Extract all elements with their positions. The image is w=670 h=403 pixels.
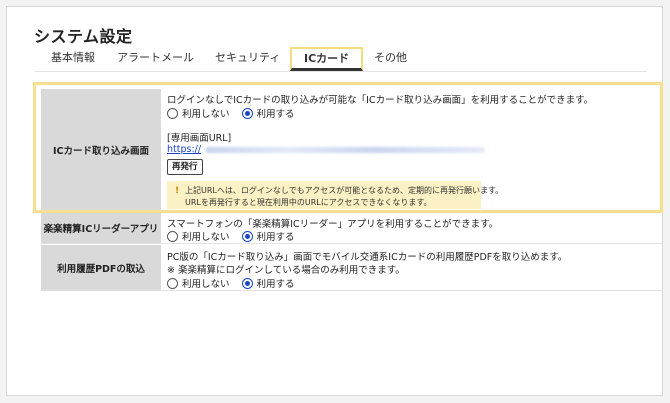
setting-row-ic-import-screen: ICカード取り込み画面 ログインなしでICカードの取り込みが可能な「ICカード取… (41, 89, 662, 211)
tab-ic-card[interactable]: ICカード (290, 47, 364, 71)
usage-pdf-note: ※ 楽楽精算にログインしている場合のみ利用できます。 (167, 265, 405, 276)
tab-security[interactable]: セキュリティ (215, 47, 280, 71)
tab-divider (35, 71, 647, 72)
ic-reader-radio-off-label: 利用しない (182, 232, 230, 243)
settings-window: システム設定 基本情報 アラートメール セキュリティ ICカード その他 ICカ… (6, 6, 663, 396)
warning-text-line1: 上記URLへは、ログインなしでもアクセスが可能となるため、定期的に再発行願います… (185, 186, 504, 195)
ic-reader-radio-on[interactable] (241, 230, 253, 242)
ic-import-radio-on-label: 利用する (256, 109, 295, 120)
dedicated-url-redacted (205, 146, 486, 153)
row-label-usage-pdf: 利用履歴PDFの取込 (41, 245, 161, 290)
usage-pdf-radio-off[interactable] (167, 277, 178, 289)
ic-reader-radio-off[interactable] (167, 230, 178, 242)
dedicated-url-link[interactable]: https:// (167, 144, 201, 155)
reissue-button[interactable]: 再発行 (167, 159, 203, 175)
ic-import-radio-off-label: 利用しない (182, 109, 230, 120)
usage-pdf-radio-on[interactable] (241, 277, 253, 289)
tab-basic-info[interactable]: 基本情報 (51, 47, 95, 71)
warning-text-line2: URLを再発行すると現在利用中のURLにアクセスできなくなります。 (185, 198, 432, 207)
warning-icon: ! (175, 186, 180, 196)
page-title: システム設定 (34, 27, 133, 46)
ic-import-radio-group: 利用しない 利用する (167, 106, 307, 120)
usage-pdf-description: PC版の「ICカード取り込み」画面でモバイル交通系ICカードの利用履歴PDFを取… (167, 252, 568, 263)
usage-pdf-radio-on-label: 利用する (256, 279, 295, 290)
dedicated-url-row: https:// (167, 144, 486, 155)
tab-alert-mail[interactable]: アラートメール (117, 47, 194, 71)
tab-other[interactable]: その他 (374, 47, 407, 71)
usage-pdf-radio-off-label: 利用しない (182, 279, 230, 290)
ic-import-radio-on[interactable] (241, 107, 253, 119)
setting-row-ic-reader-app: 楽楽精算ICリーダーアプリ スマートフォンの「楽楽精算ICリーダー」アプリを利用… (41, 212, 662, 244)
row-label-ic-import-screen: ICカード取り込み画面 (41, 89, 161, 210)
usage-pdf-radio-group: 利用しない 利用する (167, 276, 307, 290)
setting-row-usage-pdf: 利用履歴PDFの取込 PC版の「ICカード取り込み」画面でモバイル交通系ICカー… (41, 245, 662, 291)
ic-import-radio-off[interactable] (167, 107, 178, 119)
ic-reader-description: スマートフォンの「楽楽精算ICリーダー」アプリを利用することができます。 (167, 219, 499, 230)
ic-reader-radio-group: 利用しない 利用する (167, 229, 307, 243)
ic-import-description: ログインなしでICカードの取り込みが可能な「ICカード取り込み画面」を利用するこ… (167, 95, 594, 106)
ic-reader-radio-on-label: 利用する (256, 232, 295, 243)
dedicated-url-label: [専用画面URL] (167, 133, 232, 144)
warning-box: ! 上記URLへは、ログインなしでもアクセスが可能となるため、定期的に再発行願い… (167, 181, 503, 209)
row-label-ic-reader-app: 楽楽精算ICリーダーアプリ (41, 212, 161, 243)
